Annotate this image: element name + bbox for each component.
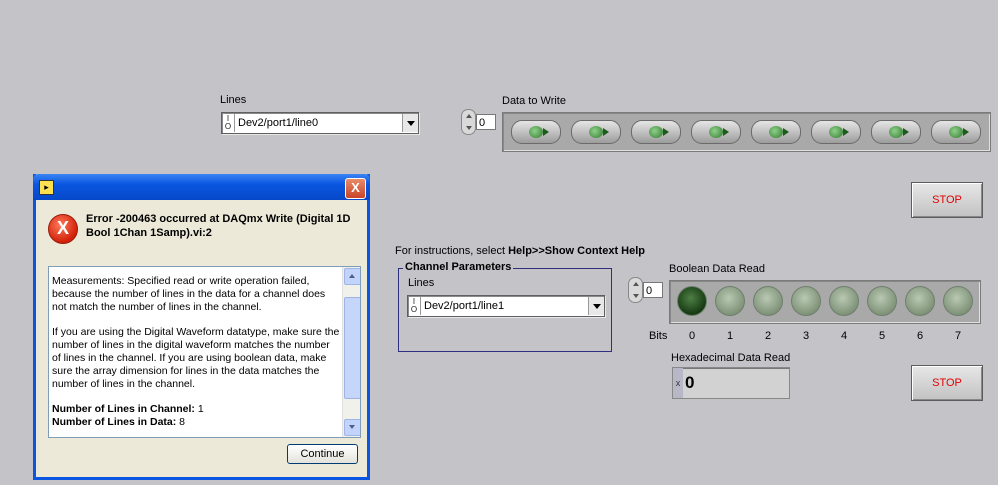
write-bit-button-2[interactable] (631, 120, 681, 144)
lines-in-channel-key: Number of Lines in Channel: (52, 403, 195, 415)
play-icon (949, 126, 969, 138)
data-to-write-label: Data to Write (502, 95, 566, 107)
close-icon[interactable]: X (345, 178, 366, 199)
led-bit-6 (905, 286, 935, 316)
bit-label-0: 0 (688, 330, 696, 342)
error-message-text: Measurements: Specified read or write op… (52, 275, 340, 429)
lines-combo[interactable]: IO Dev2/port1/line0 (221, 112, 419, 134)
write-bit-button-3[interactable] (691, 120, 741, 144)
write-bit-button-4[interactable] (751, 120, 801, 144)
write-bit-button-0[interactable] (511, 120, 561, 144)
hex-read-indicator: x 0 (672, 367, 790, 399)
error-paragraph-2: If you are using the Digital Waveform da… (52, 326, 340, 390)
channel-lines-label: Lines (408, 277, 435, 289)
bit-label-3: 3 (802, 330, 810, 342)
lines-in-data-key: Number of Lines in Data: (52, 416, 177, 428)
error-message-box[interactable]: Measurements: Specified read or write op… (48, 266, 361, 438)
led-bit-0 (677, 286, 707, 316)
bit-label-7: 7 (954, 330, 962, 342)
led-bit-7 (943, 286, 973, 316)
lines-in-channel-value: 1 (194, 403, 204, 415)
io-icon: IO (408, 297, 421, 315)
message-scrollbar[interactable] (342, 267, 360, 437)
write-bit-button-5[interactable] (811, 120, 861, 144)
boolean-read-label: Boolean Data Read (669, 263, 766, 275)
play-icon (769, 126, 789, 138)
instructions-text: For instructions, select Help>>Show Cont… (395, 245, 645, 257)
lines-in-channel-row: Number of Lines in Channel: 1 (52, 403, 340, 416)
led-bit-5 (867, 286, 897, 316)
labview-app-icon: ▸ (39, 180, 54, 195)
error-icon: X (48, 214, 78, 244)
bit-label-2: 2 (764, 330, 772, 342)
lines-value: Dev2/port1/line0 (238, 117, 319, 129)
channel-lines-combo[interactable]: IO Dev2/port1/line1 (407, 295, 605, 317)
play-icon (589, 126, 609, 138)
stop-button-write[interactable]: STOP (911, 182, 983, 218)
bits-label: Bits (649, 330, 668, 342)
led-bit-4 (829, 286, 859, 316)
led-bit-2 (753, 286, 783, 316)
channel-parameters-title: Channel Parameters (403, 261, 514, 273)
chevron-down-icon[interactable] (402, 114, 418, 132)
hex-read-value: 0 (685, 373, 695, 392)
write-bit-button-6[interactable] (871, 120, 921, 144)
led-bit-1 (715, 286, 745, 316)
lines-in-data-value: 8 (176, 416, 186, 428)
play-icon (889, 126, 909, 138)
bit-label-1: 1 (726, 330, 734, 342)
stop-button-read[interactable]: STOP (911, 365, 983, 401)
bit-label-6: 6 (916, 330, 924, 342)
chevron-down-icon[interactable] (588, 297, 604, 315)
error-paragraph-1: Measurements: Specified read or write op… (52, 275, 326, 313)
instructions-help-path: Help>>Show Context Help (508, 245, 646, 257)
error-dialog: ▸ X X Error -200463 occurred at DAQmx Wr… (33, 174, 370, 480)
instructions-prefix: For instructions, select (395, 245, 509, 257)
read-index-input[interactable]: 0 (643, 282, 663, 298)
lines-label: Lines (220, 94, 247, 106)
write-bit-button-7[interactable] (931, 120, 981, 144)
play-icon (709, 126, 729, 138)
play-icon (829, 126, 849, 138)
data-to-write-array (502, 112, 991, 152)
write-index-input[interactable]: 0 (476, 114, 496, 130)
lines-in-data-row: Number of Lines in Data: 8 (52, 416, 340, 429)
scroll-up-icon[interactable] (344, 268, 360, 285)
play-icon (529, 126, 549, 138)
dialog-title-bar: ▸ X (33, 174, 370, 200)
hex-radix-indicator: x (673, 368, 683, 398)
io-icon: IO (222, 114, 235, 132)
bit-label-4: 4 (840, 330, 848, 342)
read-index-spinner[interactable] (628, 277, 643, 303)
scroll-thumb[interactable] (344, 297, 360, 399)
write-index-spinner[interactable] (461, 109, 476, 135)
led-bit-3 (791, 286, 821, 316)
scroll-down-icon[interactable] (344, 419, 360, 436)
play-icon (649, 126, 669, 138)
hex-read-label: Hexadecimal Data Read (671, 352, 791, 364)
write-bit-button-1[interactable] (571, 120, 621, 144)
error-heading: Error -200463 occurred at DAQmx Write (D… (86, 213, 351, 239)
continue-button[interactable]: Continue (287, 444, 358, 464)
bit-label-5: 5 (878, 330, 886, 342)
channel-lines-value: Dev2/port1/line1 (424, 300, 505, 312)
